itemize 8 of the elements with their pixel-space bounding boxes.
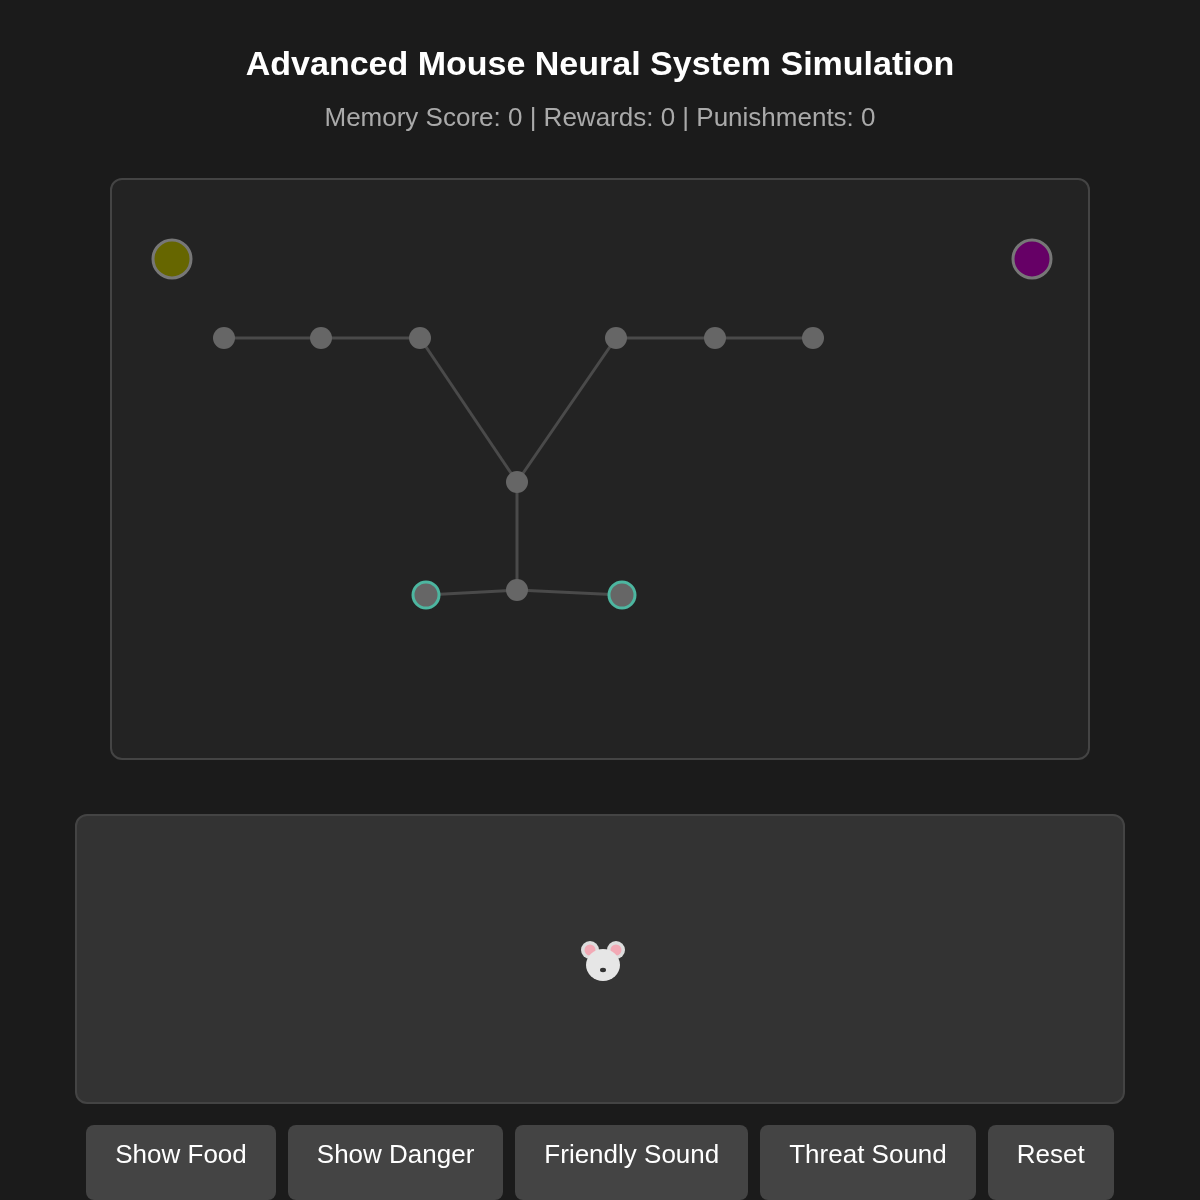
control-button[interactable]: Threat Sound <box>760 1125 976 1200</box>
control-button[interactable]: Show Food <box>86 1125 276 1200</box>
control-button[interactable]: Reset <box>987 1125 1114 1200</box>
page-title: Advanced Mouse Neural System Simulation <box>245 43 955 84</box>
control-button[interactable]: Show Danger <box>287 1125 504 1200</box>
control-button[interactable]: Friendly Sound <box>515 1125 749 1200</box>
score-stats: Memory Score: 0 | Rewards: 0 | Punishments: 0 <box>324 101 876 133</box>
mouse-icon <box>580 940 626 982</box>
